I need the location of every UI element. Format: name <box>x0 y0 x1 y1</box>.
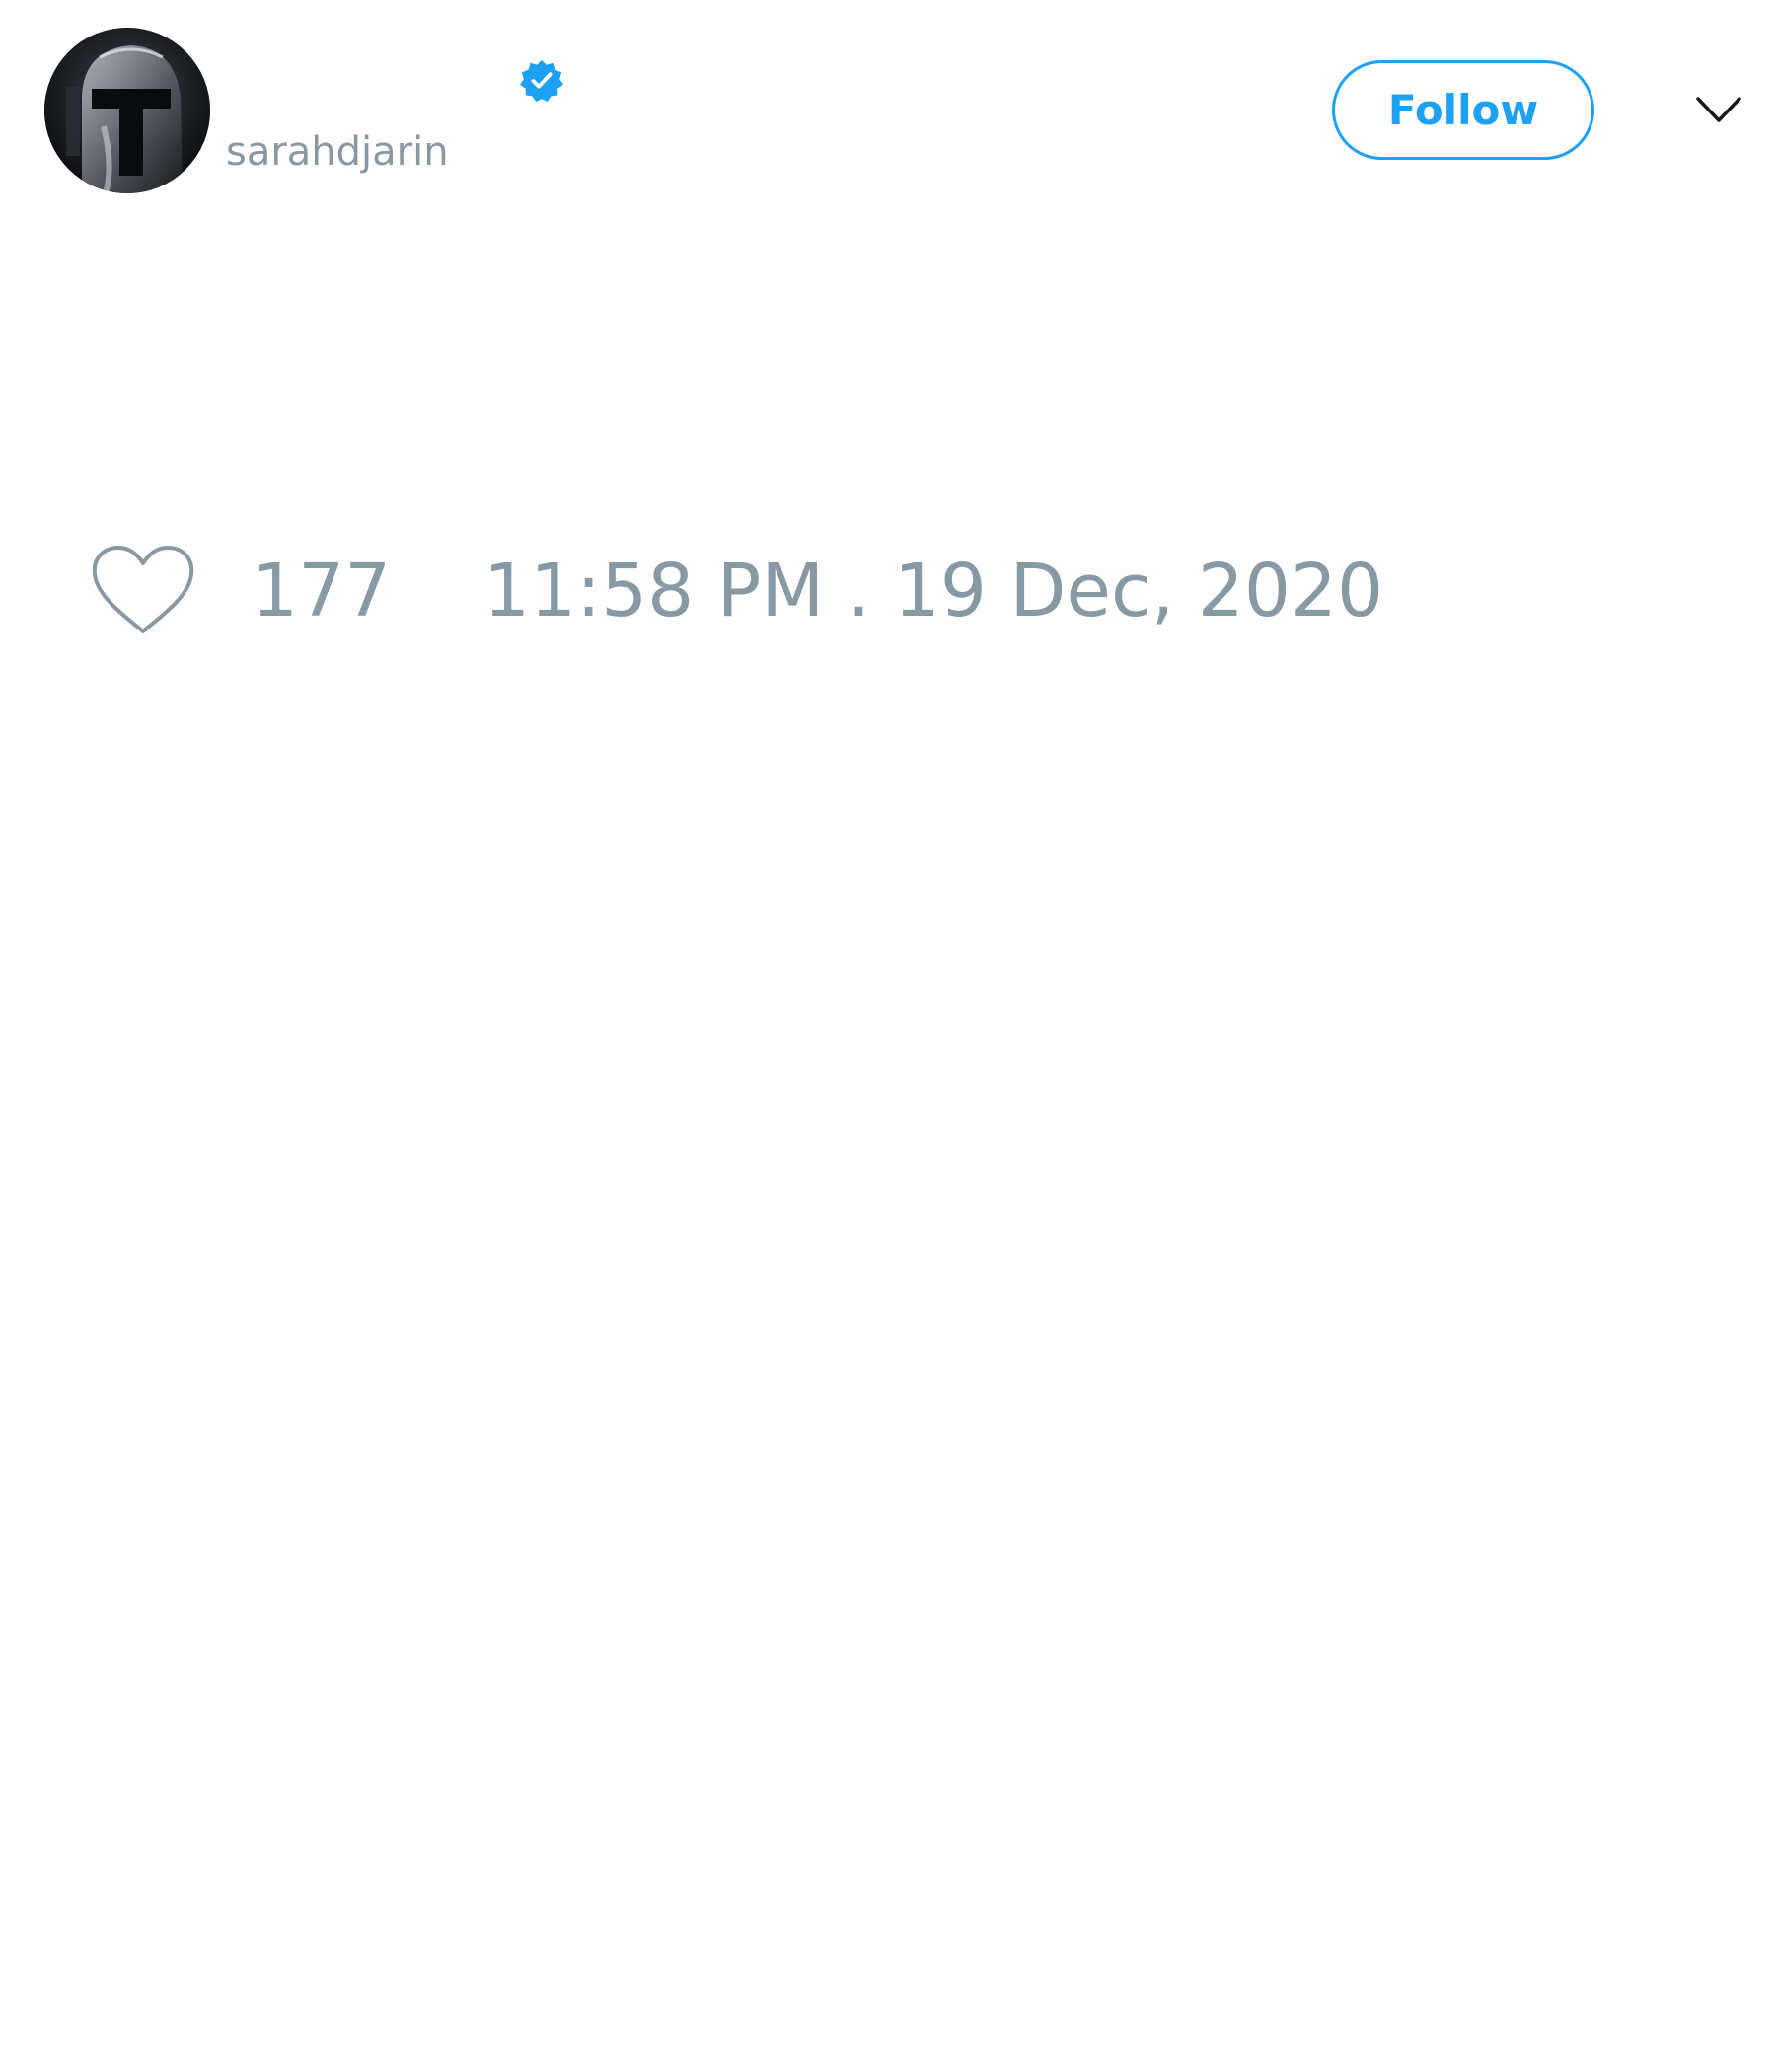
tweet-embed: sarahdjarin Follow 177 11:58 PM . 19 Dec… <box>0 0 1776 2072</box>
tweet-timestamp[interactable]: 11:58 PM . 19 Dec, 2020 <box>483 548 1383 634</box>
like-count: 177 <box>252 549 392 633</box>
avatar[interactable] <box>44 28 210 193</box>
follow-button[interactable]: Follow <box>1332 60 1594 160</box>
author-handle[interactable]: sarahdjarin <box>226 128 449 176</box>
helmet-avatar-icon <box>44 28 210 193</box>
heart-outline-icon[interactable] <box>89 543 197 641</box>
chevron-down-icon[interactable] <box>1694 91 1743 128</box>
author-display-name[interactable] <box>227 57 513 107</box>
verified-badge-icon <box>519 58 564 104</box>
